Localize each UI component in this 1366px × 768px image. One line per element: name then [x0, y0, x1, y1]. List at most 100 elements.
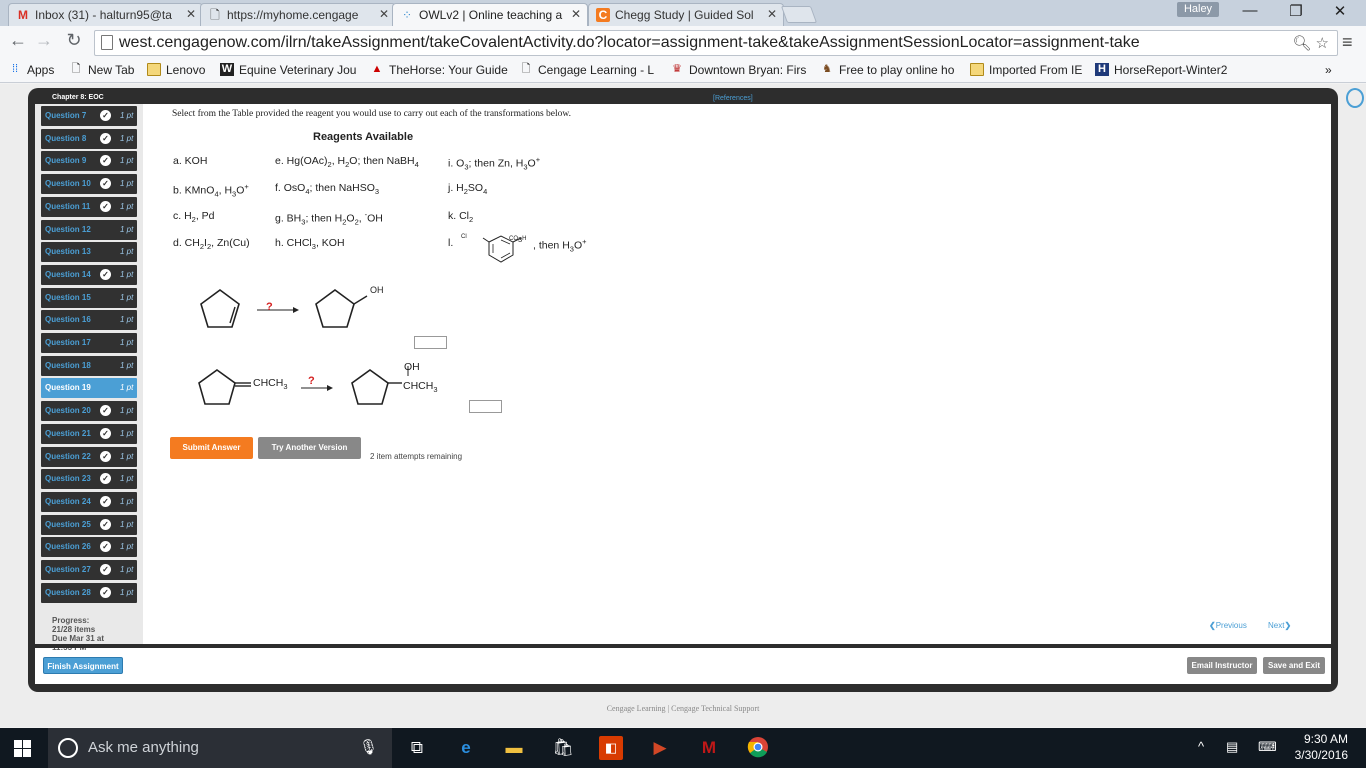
- help-headset-icon[interactable]: [1346, 88, 1364, 108]
- bookmark-apps[interactable]: ⁞⁞ Apps: [8, 63, 54, 77]
- bookmark-horsereport[interactable]: H HorseReport-Winter2: [1095, 63, 1227, 77]
- edge-icon[interactable]: e: [454, 736, 478, 760]
- close-window-icon[interactable]: ✕: [1325, 2, 1355, 20]
- save-and-exit-button[interactable]: Save and Exit: [1263, 657, 1325, 674]
- show-hidden-icons[interactable]: ^: [1198, 739, 1204, 754]
- bookmark-cengage[interactable]: 🗋 Cengage Learning - L: [519, 63, 655, 77]
- zoom-star-icons[interactable]: 🔍︎ ☆: [1292, 34, 1329, 52]
- page-info-icon[interactable]: [101, 35, 113, 50]
- close-tab-icon[interactable]: ✕: [571, 7, 581, 21]
- checkmark-icon: ✓: [100, 178, 111, 190]
- page-icon: 🗋: [521, 63, 531, 75]
- sidebar-question-item[interactable]: Question 18 1 pt: [41, 355, 137, 376]
- reagent-d: d. CH2I2, Zn(Cu): [173, 237, 250, 252]
- sidebar-question-item[interactable]: Question 10 ✓ 1 pt: [41, 174, 137, 195]
- attempts-remaining: 2 item attempts remaining: [370, 452, 463, 461]
- submit-answer-button[interactable]: Submit Answer: [170, 437, 253, 459]
- sidebar-question-item[interactable]: Question 22 ✓ 1 pt: [41, 446, 137, 467]
- browser-toolbar: ← → ↻ west.cengagenow.com/ilrn/takeAssig…: [0, 26, 1366, 59]
- forward-icon[interactable]: →: [34, 30, 54, 51]
- sidebar-question-item[interactable]: Question 25 ✓ 1 pt: [41, 514, 137, 535]
- bookmark-label: Free to play online ho: [839, 63, 955, 77]
- file-explorer-icon[interactable]: ▬: [502, 736, 526, 760]
- sidebar-question-item[interactable]: Question 27 ✓ 1 pt: [41, 560, 137, 580]
- finish-assignment-button[interactable]: Finish Assignment: [43, 657, 123, 674]
- sidebar-question-item[interactable]: Question 19 1 pt: [41, 378, 137, 399]
- chevron-left-icon: ❮: [1209, 621, 1216, 630]
- sidebar-question-item[interactable]: Question 7 ✓ 1 pt: [41, 106, 137, 126]
- profile-button[interactable]: Haley: [1177, 2, 1219, 17]
- sidebar-question-item[interactable]: Question 8 ✓ 1 pt: [41, 128, 137, 149]
- new-tab-button[interactable]: [780, 6, 818, 23]
- task-view-icon[interactable]: ⧉: [405, 736, 429, 760]
- powerpoint-icon[interactable]: ▶: [648, 736, 672, 760]
- close-tab-icon[interactable]: ✕: [186, 7, 196, 21]
- try-another-version-button[interactable]: Try Another Version: [258, 437, 361, 459]
- chrome-menu-icon[interactable]: ≡: [1342, 32, 1353, 53]
- checkmark-icon: ✓: [100, 450, 111, 462]
- bookmark-equine[interactable]: W Equine Veterinary Jou: [220, 63, 356, 77]
- chrome-logo: [747, 737, 768, 758]
- restore-icon[interactable]: ❐: [1281, 2, 1311, 20]
- bookmark-downtown-bryan[interactable]: ♛ Downtown Bryan: Firs: [670, 63, 806, 77]
- reload-icon[interactable]: ↻: [64, 30, 84, 51]
- back-icon[interactable]: ←: [8, 30, 28, 51]
- bookmark-new-tab[interactable]: 🗋 New Tab: [69, 63, 135, 77]
- question-label: Question 19: [45, 383, 91, 393]
- reagent-h: h. CHCl3, KOH: [275, 237, 345, 252]
- bookmark-label: TheHorse: Your Guide: [389, 63, 508, 77]
- cortana-search-box[interactable]: Ask me anything 🎙︎: [48, 728, 392, 768]
- email-instructor-button[interactable]: Email Instructor: [1187, 657, 1257, 674]
- next-link[interactable]: Next❯: [1268, 621, 1291, 630]
- sidebar-question-item[interactable]: Question 24 ✓ 1 pt: [41, 491, 137, 512]
- reaction-arrow-head: [293, 307, 299, 313]
- horse-game-icon: ♞: [822, 63, 832, 75]
- bookmark-free-to-play[interactable]: ♞ Free to play online ho: [820, 63, 954, 77]
- sidebar-question-item[interactable]: Question 28 ✓ 1 pt: [41, 582, 137, 603]
- question-points: 1 pt: [120, 133, 134, 143]
- page-footer[interactable]: Cengage Learning | Cengage Technical Sup…: [0, 704, 1366, 713]
- reagent-a: a. KOH: [173, 155, 208, 167]
- sidebar-question-item[interactable]: Question 14 ✓ 1 pt: [41, 264, 137, 285]
- tab-myhome[interactable]: 🗋 https://myhome.cengage ✕: [200, 3, 396, 26]
- previous-link[interactable]: ❮Previous: [1209, 621, 1247, 630]
- more-bookmarks-icon[interactable]: »: [1325, 63, 1332, 77]
- sidebar-question-item[interactable]: Question 16 1 pt: [41, 310, 137, 331]
- store-icon[interactable]: 🛍︎: [551, 736, 575, 760]
- system-clock[interactable]: 9:30 AM 3/30/2016: [1295, 731, 1348, 763]
- sidebar-question-item[interactable]: Question 12 1 pt: [41, 219, 137, 240]
- references-link[interactable]: [References]: [713, 95, 753, 102]
- downtown-logo-icon: ♛: [672, 63, 682, 75]
- windows-start-icon[interactable]: [14, 740, 31, 757]
- sidebar-question-item[interactable]: Question 23 ✓ 1 pt: [41, 469, 137, 490]
- mcafee-icon[interactable]: M: [697, 736, 721, 760]
- sidebar-question-item[interactable]: Question 11 ✓ 1 pt: [41, 196, 137, 217]
- bookmark-thehorse[interactable]: ▲ TheHorse: Your Guide: [370, 63, 508, 77]
- chrome-icon[interactable]: [746, 736, 770, 760]
- bookmark-imported-ie[interactable]: Imported From IE: [970, 63, 1082, 77]
- reaction-1-answer-input[interactable]: [414, 336, 447, 349]
- tab-chegg[interactable]: C Chegg Study | Guided Sol ✕: [588, 3, 784, 26]
- tab-gmail[interactable]: M Inbox (31) - halturn95@ta ✕: [8, 3, 203, 26]
- reaction-2-answer-input[interactable]: [469, 400, 502, 413]
- sidebar-question-item[interactable]: Question 21 ✓ 1 pt: [41, 423, 137, 444]
- close-tab-icon[interactable]: ✕: [767, 7, 777, 21]
- tab-owl[interactable]: ⁘ OWLv2 | Online teaching a ✕: [392, 3, 588, 26]
- sidebar-question-item[interactable]: Question 20 ✓ 1 pt: [41, 401, 137, 422]
- bookmark-label: New Tab: [88, 63, 135, 77]
- microphone-icon[interactable]: 🎙︎: [359, 738, 378, 756]
- minimize-icon[interactable]: —: [1235, 2, 1265, 19]
- bookmark-lenovo[interactable]: Lenovo: [147, 63, 205, 77]
- office-icon[interactable]: ◧: [599, 736, 623, 760]
- sidebar-question-item[interactable]: Question 13 1 pt: [41, 242, 137, 263]
- sidebar-question-item[interactable]: Question 26 ✓ 1 pt: [41, 537, 137, 558]
- checkmark-icon: ✓: [100, 427, 111, 439]
- sidebar-question-item[interactable]: Question 15 1 pt: [41, 287, 137, 308]
- close-tab-icon[interactable]: ✕: [379, 7, 389, 21]
- question-label: Question 18: [45, 360, 91, 370]
- address-bar[interactable]: west.cengagenow.com/ilrn/takeAssignment/…: [94, 30, 1338, 56]
- keyboard-icon[interactable]: ⌨: [1258, 739, 1277, 755]
- action-center-icon[interactable]: ▤: [1226, 739, 1238, 755]
- sidebar-question-item[interactable]: Question 17 1 pt: [41, 333, 137, 353]
- sidebar-question-item[interactable]: Question 9 ✓ 1 pt: [41, 151, 137, 172]
